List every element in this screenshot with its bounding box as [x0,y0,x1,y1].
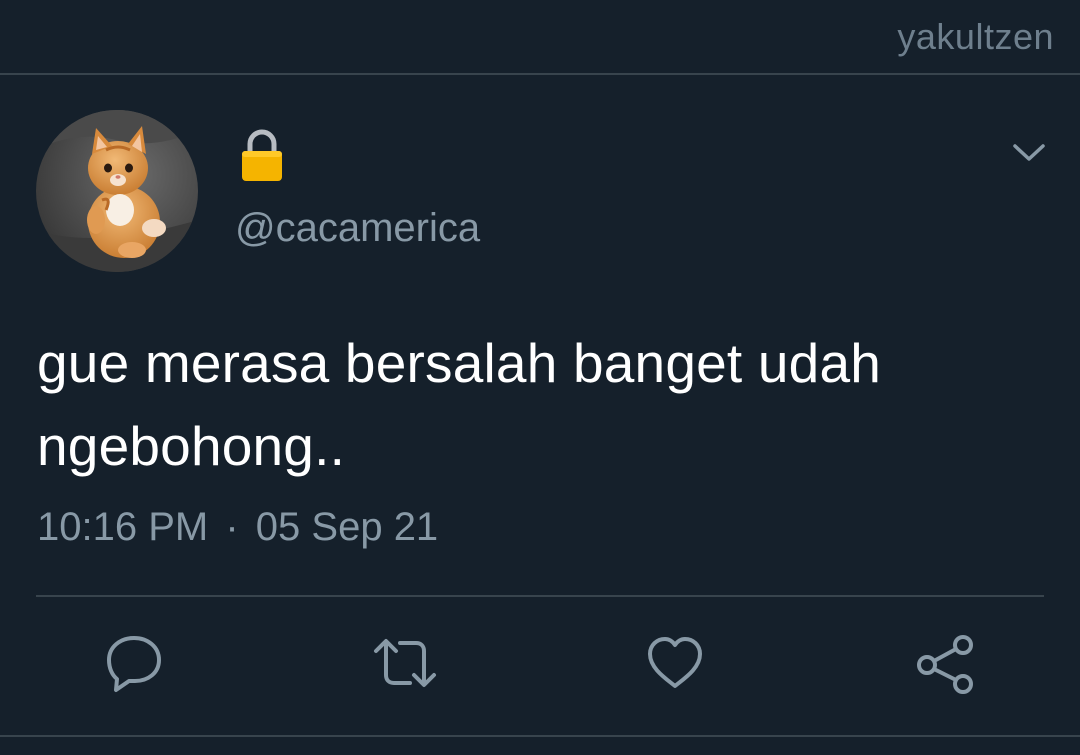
avatar[interactable] [36,110,198,272]
heart-icon [648,637,702,688]
tweet-screen: yakultzen @cacamerica gue merasa bersala… [0,0,1080,755]
share-icon [917,635,973,694]
timestamp-separator: · [225,505,239,549]
tweet-timestamp: 10:16 PM · 05 Sep 21 [37,505,438,550]
tweet-text: gue merasa bersalah banget udah ngebohon… [37,332,882,477]
watermark-username: yakultzen [897,16,1054,57]
chevron-down-icon[interactable] [1012,138,1046,168]
top-bar: yakultzen [0,0,1080,75]
user-handle[interactable]: @cacamerica [235,206,480,251]
reply-button[interactable] [104,633,164,693]
like-button[interactable] [645,633,705,693]
divider [36,595,1044,597]
speech-bubble-icon [107,636,161,692]
lock-icon [240,128,284,182]
tweet-time: 10:16 PM [37,505,209,549]
share-button[interactable] [914,633,974,694]
retweet-icon [374,639,436,687]
kitten-avatar-image [36,110,198,272]
retweet-button[interactable] [372,633,436,693]
tweet-date: 05 Sep 21 [255,505,439,549]
bottom-divider [0,735,1080,737]
